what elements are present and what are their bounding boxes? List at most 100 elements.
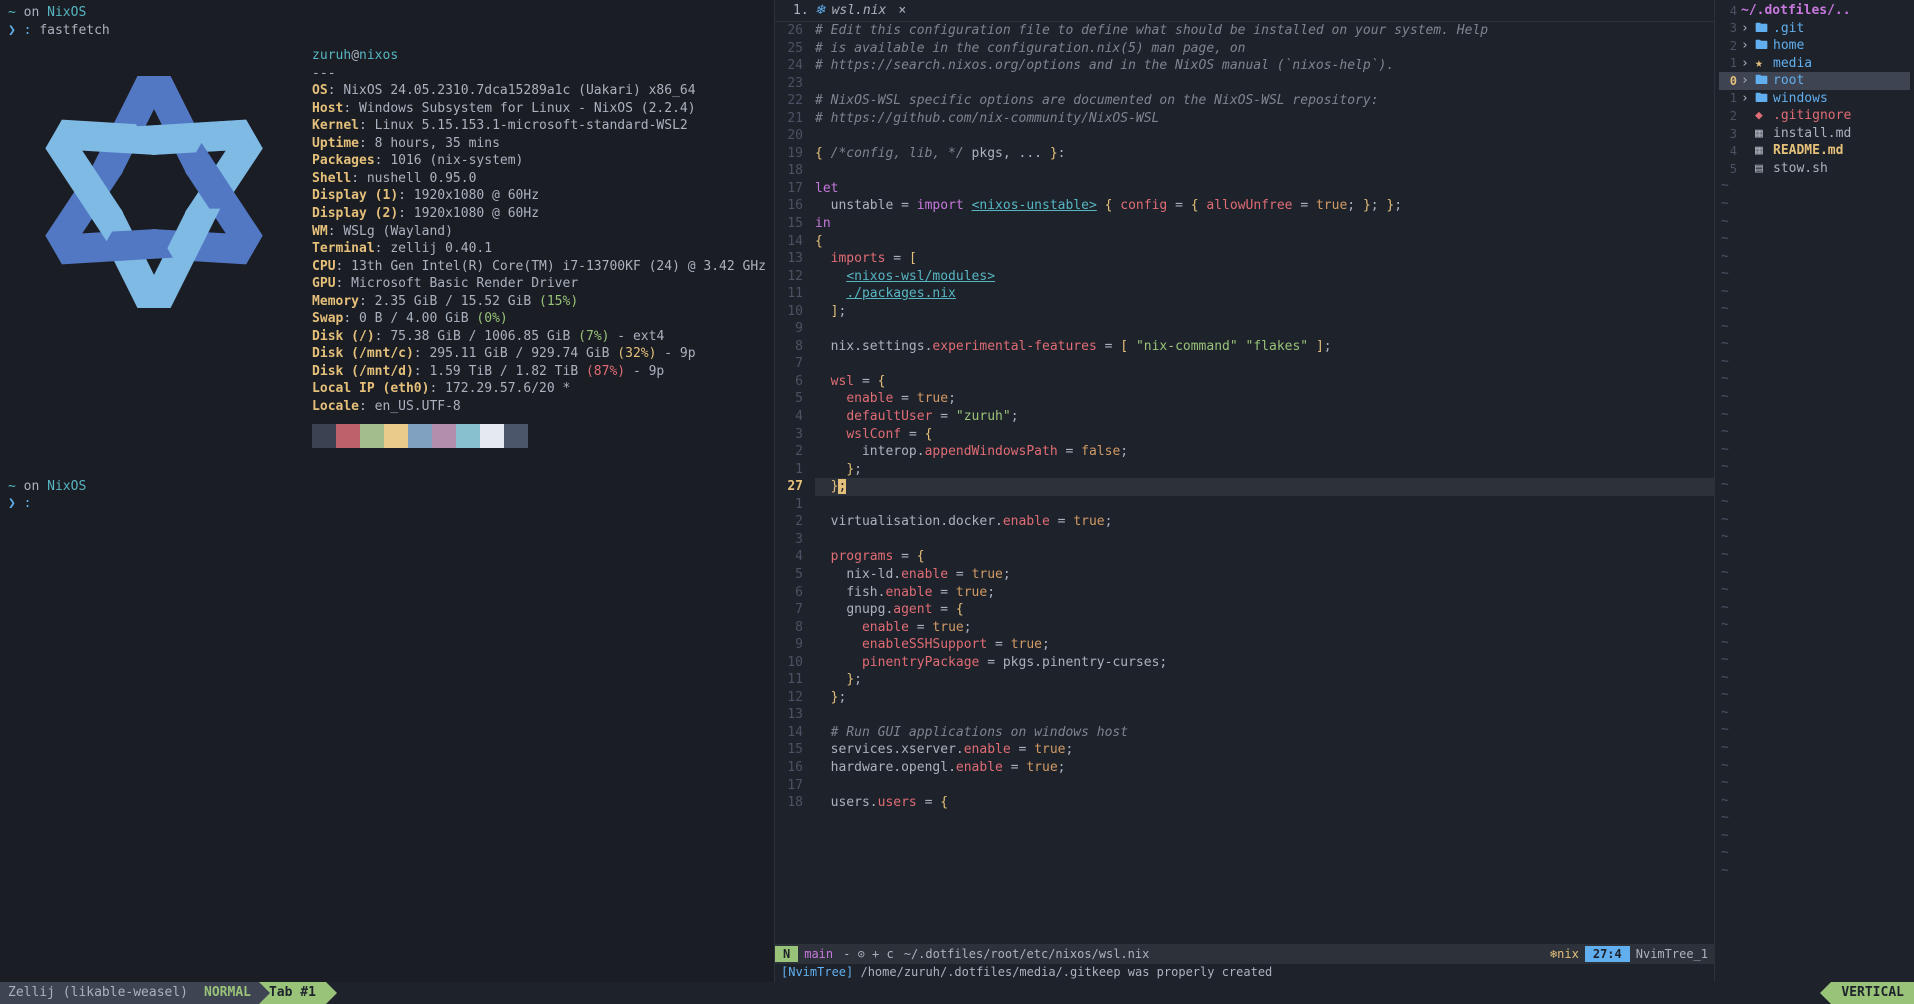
- zellij-statusbar: Zellij (likable-weasel) NORMAL Tab #1 VE…: [0, 982, 1914, 1004]
- code-line[interactable]: fish.enable = true;: [815, 584, 1714, 602]
- prompt-on: on: [16, 5, 47, 20]
- info-row: Swap: 0 B / 4.00 GiB (0%): [312, 310, 766, 328]
- code-line[interactable]: [815, 531, 1714, 549]
- code-line[interactable]: ];: [815, 303, 1714, 321]
- tab-bar: 1. ❄ wsl.nix ×: [775, 0, 1714, 22]
- code-line[interactable]: [815, 355, 1714, 373]
- code-line[interactable]: programs = {: [815, 548, 1714, 566]
- info-userhost: zuruh@nixos: [312, 47, 766, 65]
- color-swatch: [360, 424, 384, 448]
- code-line[interactable]: [815, 777, 1714, 795]
- prompt-char: ❯ :: [8, 23, 39, 38]
- tab-wsl-nix[interactable]: 1. ❄ wsl.nix ×: [783, 2, 916, 20]
- code-area[interactable]: 2625242322212019181716151413121110987654…: [775, 22, 1714, 944]
- code-line[interactable]: imports = [: [815, 250, 1714, 268]
- code-line[interactable]: nix-ld.enable = true;: [815, 566, 1714, 584]
- code-line[interactable]: wslConf = {: [815, 426, 1714, 444]
- code-line[interactable]: interop.appendWindowsPath = false;: [815, 443, 1714, 461]
- zellij-mode: NORMAL: [196, 982, 259, 1004]
- color-swatch: [384, 424, 408, 448]
- info-row: Display (2): 1920x1080 @ 60Hz: [312, 205, 766, 223]
- tree-item[interactable]: 2›🖿home: [1719, 37, 1910, 55]
- close-icon[interactable]: ×: [898, 2, 906, 20]
- prompt-os: NixOS: [47, 5, 86, 20]
- code-line[interactable]: services.xserver.enable = true;: [815, 741, 1714, 759]
- code-line[interactable]: enable = true;: [815, 390, 1714, 408]
- color-swatch: [408, 424, 432, 448]
- info-row: Display (1): 1920x1080 @ 60Hz: [312, 187, 766, 205]
- info-row: Kernel: Linux 5.15.153.1-microsoft-stand…: [312, 117, 766, 135]
- code-line[interactable]: nix.settings.experimental-features = [ "…: [815, 338, 1714, 356]
- code-line[interactable]: [815, 75, 1714, 93]
- tree-item[interactable]: 3›🖿.git: [1719, 20, 1910, 38]
- git-status: - ⊙ + c: [839, 946, 898, 962]
- code-line[interactable]: { /*config, lib, */ pkgs, ... }:: [815, 145, 1714, 163]
- info-row: Packages: 1016 (nix-system): [312, 152, 766, 170]
- file-tree[interactable]: 4~/.dotfiles/..3›🖿.git2›🖿home1›★media0›🖿…: [1714, 0, 1914, 982]
- zellij-layout: VERTICAL: [1831, 982, 1914, 1004]
- code-line[interactable]: virtualisation.docker.enable = true;: [815, 513, 1714, 531]
- info-row: Locale: en_US.UTF-8: [312, 398, 766, 416]
- code-line[interactable]: users.users = {: [815, 794, 1714, 812]
- code-line[interactable]: # is available in the configuration.nix(…: [815, 40, 1714, 58]
- code-line[interactable]: pinentryPackage = pkgs.pinentry-curses;: [815, 654, 1714, 672]
- code-line[interactable]: [815, 127, 1714, 145]
- info-row: Terminal: zellij 0.40.1: [312, 240, 766, 258]
- code-line[interactable]: };: [815, 478, 1714, 496]
- code-line[interactable]: wsl = {: [815, 373, 1714, 391]
- code-line[interactable]: [815, 320, 1714, 338]
- filetype: ❄nix: [1544, 946, 1585, 962]
- tree-item[interactable]: 5 ▤stow.sh: [1719, 160, 1910, 178]
- info-row: GPU: Microsoft Basic Render Driver: [312, 275, 766, 293]
- command-text: fastfetch: [39, 23, 109, 38]
- code-line[interactable]: [815, 706, 1714, 724]
- code-line[interactable]: in: [815, 215, 1714, 233]
- code-line[interactable]: # https://search.nixos.org/options and i…: [815, 57, 1714, 75]
- code-line[interactable]: unstable = import <nixos-unstable> { con…: [815, 197, 1714, 215]
- code-line[interactable]: enableSSHSupport = true;: [815, 636, 1714, 654]
- info-row: Disk (/): 75.38 GiB / 1006.85 GiB (7%) -…: [312, 328, 766, 346]
- color-swatch: [504, 424, 528, 448]
- info-row: OS: NixOS 24.05.2310.7dca15289a1c (Uakar…: [312, 82, 766, 100]
- info-row: CPU: 13th Gen Intel(R) Core(TM) i7-13700…: [312, 258, 766, 276]
- code-line[interactable]: };: [815, 689, 1714, 707]
- tree-item[interactable]: 3 ▦install.md: [1719, 125, 1910, 143]
- code-line[interactable]: ./packages.nix: [815, 285, 1714, 303]
- code-line[interactable]: enable = true;: [815, 619, 1714, 637]
- git-branch: main: [798, 946, 839, 962]
- terminal-pane[interactable]: ~ on NixOS ❯ : fastfetch: [0, 0, 774, 982]
- code-line[interactable]: {: [815, 233, 1714, 251]
- code-line[interactable]: };: [815, 671, 1714, 689]
- tree-item[interactable]: 2 ◆.gitignore: [1719, 107, 1910, 125]
- code-line[interactable]: hardware.opengl.enable = true;: [815, 759, 1714, 777]
- code-line[interactable]: [815, 496, 1714, 514]
- code-lines[interactable]: # Edit this configuration file to define…: [811, 22, 1714, 944]
- tree-item[interactable]: 4 ▦README.md: [1719, 142, 1910, 160]
- info-row: Memory: 2.35 GiB / 15.52 GiB (15%): [312, 293, 766, 311]
- tree-header[interactable]: 4~/.dotfiles/..: [1719, 2, 1910, 20]
- message-line: [NvimTree] /home/zuruh/.dotfiles/media/.…: [775, 964, 1714, 982]
- prompt-line-4[interactable]: ❯ :: [8, 495, 766, 513]
- prompt-line-1: ~ on NixOS: [8, 4, 766, 22]
- code-line[interactable]: [815, 162, 1714, 180]
- code-line[interactable]: <nixos-wsl/modules>: [815, 268, 1714, 286]
- code-line[interactable]: # https://github.com/nix-community/NixOS…: [815, 110, 1714, 128]
- editor-pane: 1. ❄ wsl.nix × 2625242322212019181716151…: [774, 0, 1914, 982]
- cursor-position: 27:4: [1585, 946, 1630, 962]
- mode-indicator: N: [775, 946, 798, 962]
- tree-item[interactable]: 1›★media: [1719, 55, 1910, 73]
- code-line[interactable]: };: [815, 461, 1714, 479]
- code-line[interactable]: defaultUser = "zuruh";: [815, 408, 1714, 426]
- info-row: Local IP (eth0): 172.29.57.6/20 *: [312, 380, 766, 398]
- tree-item[interactable]: 1›🖿windows: [1719, 90, 1910, 108]
- code-line[interactable]: # Edit this configuration file to define…: [815, 22, 1714, 40]
- prompt-char-2: ❯ :: [8, 496, 31, 511]
- code-line[interactable]: # Run GUI applications on windows host: [815, 724, 1714, 742]
- code-line[interactable]: # NixOS-WSL specific options are documen…: [815, 92, 1714, 110]
- code-line[interactable]: gnupg.agent = {: [815, 601, 1714, 619]
- prompt-tilde: ~: [8, 5, 16, 20]
- code-line[interactable]: let: [815, 180, 1714, 198]
- tree-item[interactable]: 0›🖿root: [1719, 72, 1910, 90]
- info-row: WM: WSLg (Wayland): [312, 223, 766, 241]
- statusline: N main - ⊙ + c ~/.dotfiles/root/etc/nixo…: [775, 944, 1714, 964]
